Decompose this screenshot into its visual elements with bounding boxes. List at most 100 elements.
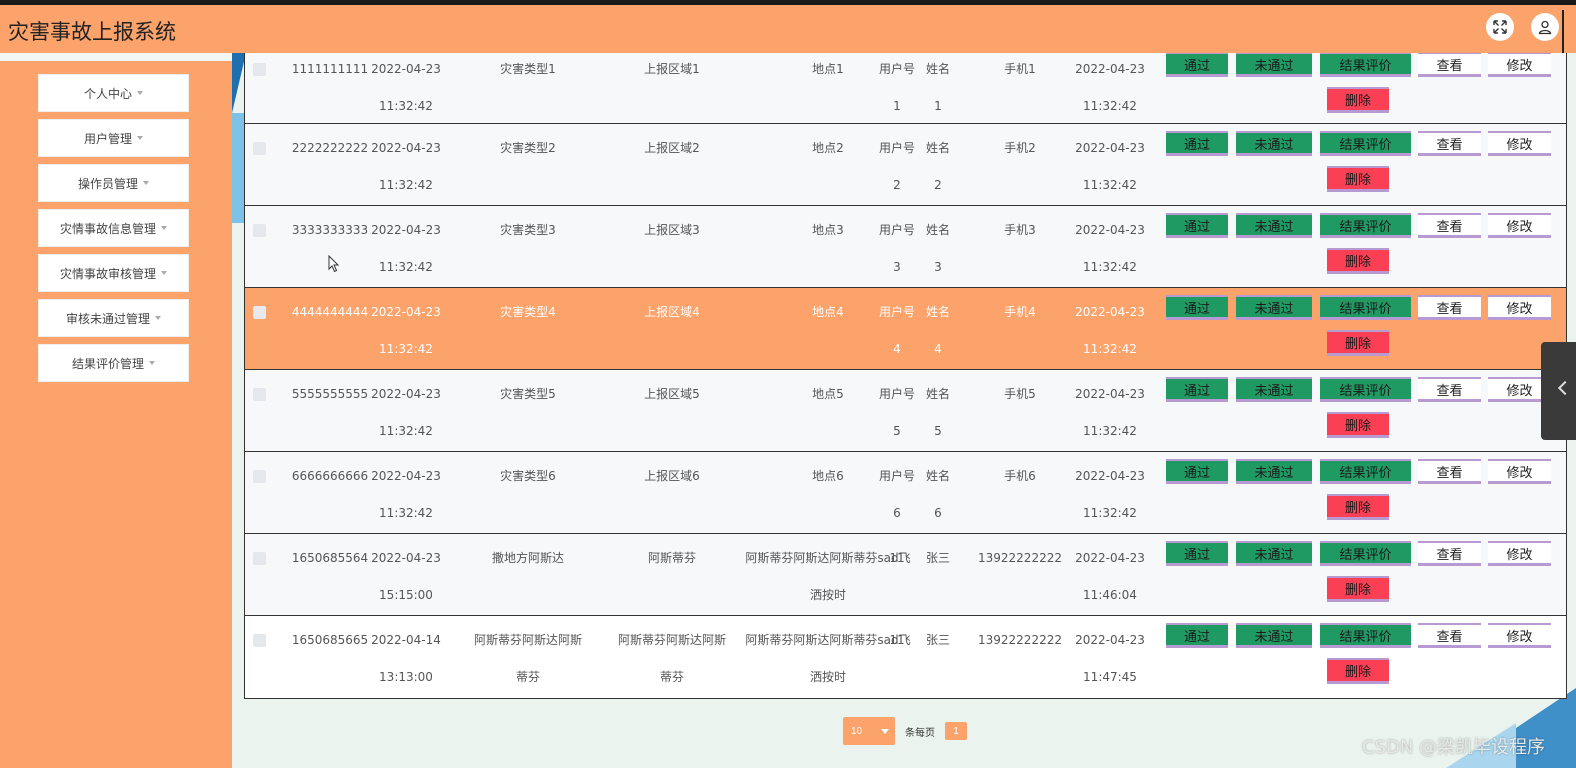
page-size-select[interactable]: 10 <box>843 717 895 745</box>
table-row[interactable]: 2222222222 2022-04-23 11:32:42 灾害类型2 上报区域2 地点… <box>245 124 1566 206</box>
disaster-table: 1111111111 2022-04-23 11:32:42 灾害类型1 上报区域1 地点… <box>244 53 1567 699</box>
cell-id: 5555555555 <box>291 387 369 401</box>
evaluate-button[interactable]: 结果评价 <box>1320 541 1411 566</box>
table-row[interactable]: 3333333333 2022-04-23 11:32:42 灾害类型3 上报区域3 地点… <box>245 206 1566 288</box>
sidebar-item-personal-center[interactable]: 个人中心 <box>38 74 189 112</box>
row-checkbox[interactable] <box>253 388 266 401</box>
cell-area: 上报区域5 <box>644 387 700 401</box>
evaluate-button[interactable]: 结果评价 <box>1320 131 1411 156</box>
pass-button[interactable]: 通过 <box>1166 541 1228 566</box>
table-row[interactable]: 5555555555 2022-04-23 11:32:42 灾害类型5 上报区域5 地点… <box>245 370 1566 452</box>
edit-button[interactable]: 修改 <box>1488 295 1551 320</box>
delete-button[interactable]: 删除 <box>1327 412 1389 438</box>
evaluate-button[interactable]: 结果评价 <box>1320 459 1411 484</box>
sidebar-item-disaster-info[interactable]: 灾情事故信息管理 <box>38 209 189 247</box>
delete-button[interactable]: 删除 <box>1327 576 1389 602</box>
cell-id: 6666666666 <box>291 469 369 483</box>
row-checkbox[interactable] <box>253 306 266 319</box>
row-checkbox[interactable] <box>253 142 266 155</box>
pass-button[interactable]: 通过 <box>1166 213 1228 238</box>
delete-button[interactable]: 删除 <box>1327 658 1389 684</box>
decorative-shape <box>232 113 244 223</box>
table-row[interactable]: 6666666666 2022-04-23 11:32:42 灾害类型6 上报区域6 地点… <box>245 452 1566 534</box>
chevron-left-icon <box>1557 380 1573 396</box>
row-checkbox[interactable] <box>253 634 266 647</box>
fail-button[interactable]: 未通过 <box>1236 213 1312 238</box>
row-checkbox[interactable] <box>253 224 266 237</box>
sidebar-item-disaster-review[interactable]: 灾情事故审核管理 <box>38 254 189 292</box>
cell-report-date: 2022-04-23 <box>1075 551 1145 565</box>
fail-button[interactable]: 未通过 <box>1236 377 1312 402</box>
table-row[interactable]: 1650685564 2022-04-23 15:15:00 撒地方阿斯达 阿斯蒂芬 阿斯… <box>245 534 1566 616</box>
row-checkbox[interactable] <box>253 470 266 483</box>
pass-button[interactable]: 通过 <box>1166 459 1228 484</box>
user-profile-button[interactable] <box>1531 13 1559 41</box>
cell-area: 上报区域2 <box>644 141 700 155</box>
delete-button[interactable]: 删除 <box>1327 494 1389 520</box>
edit-button[interactable]: 修改 <box>1488 213 1551 238</box>
edit-button[interactable]: 修改 <box>1488 623 1551 648</box>
evaluate-button[interactable]: 结果评价 <box>1320 213 1411 238</box>
view-button[interactable]: 查看 <box>1418 541 1481 566</box>
edit-button[interactable]: 修改 <box>1488 541 1551 566</box>
view-button[interactable]: 查看 <box>1418 213 1481 238</box>
cell-report-time: 11:47:45 <box>1083 670 1137 684</box>
pass-button[interactable]: 通过 <box>1166 623 1228 648</box>
table-row[interactable]: 1111111111 2022-04-23 11:32:42 灾害类型1 上报区域1 地点… <box>245 53 1566 124</box>
evaluate-button[interactable]: 结果评价 <box>1320 295 1411 320</box>
delete-button[interactable]: 删除 <box>1327 248 1389 274</box>
row-checkbox[interactable] <box>253 63 266 76</box>
pass-button[interactable]: 通过 <box>1166 131 1228 156</box>
sidebar-item-label: 灾情事故审核管理 <box>59 266 156 281</box>
cell-type: 灾害类型1 <box>500 62 556 76</box>
row-checkbox[interactable] <box>253 552 266 565</box>
sidebar-item-operator-management[interactable]: 操作员管理 <box>38 164 189 202</box>
delete-button[interactable]: 删除 <box>1327 87 1389 113</box>
edit-button[interactable]: 修改 <box>1488 459 1551 484</box>
evaluate-button[interactable]: 结果评价 <box>1320 377 1411 402</box>
fullscreen-button[interactable] <box>1486 13 1514 41</box>
pass-button[interactable]: 通过 <box>1166 377 1228 402</box>
fail-button[interactable]: 未通过 <box>1236 295 1312 320</box>
edit-button[interactable]: 修改 <box>1488 53 1551 77</box>
cell-name-cont: 1 <box>934 99 942 113</box>
cell-report-date: 2022-04-23 <box>1075 633 1145 647</box>
evaluate-button[interactable]: 结果评价 <box>1320 53 1411 77</box>
fail-button[interactable]: 未通过 <box>1236 53 1312 77</box>
view-button[interactable]: 查看 <box>1418 295 1481 320</box>
table-row[interactable]: 4444444444 2022-04-23 11:32:42 灾害类型4 上报区域4 地点… <box>245 288 1566 370</box>
view-button[interactable]: 查看 <box>1418 623 1481 648</box>
view-button[interactable]: 查看 <box>1418 53 1481 77</box>
page-number-button[interactable]: 1 <box>945 722 967 740</box>
fail-button[interactable]: 未通过 <box>1236 623 1312 648</box>
fail-button[interactable]: 未通过 <box>1236 459 1312 484</box>
table-row[interactable]: 1650685665 2022-04-14 13:13:00 阿斯蒂芬阿斯达阿斯 蒂芬 阿… <box>245 616 1566 698</box>
fail-button[interactable]: 未通过 <box>1236 131 1312 156</box>
side-panel-toggle[interactable] <box>1541 342 1576 440</box>
evaluate-button[interactable]: 结果评价 <box>1320 623 1411 648</box>
view-button[interactable]: 查看 <box>1418 459 1481 484</box>
sidebar-item-result-evaluation[interactable]: 结果评价管理 <box>38 344 189 382</box>
sidebar-item-label: 结果评价管理 <box>71 356 144 371</box>
pass-button[interactable]: 通过 <box>1166 295 1228 320</box>
cell-report-time: 11:46:04 <box>1083 588 1137 602</box>
caret-down-icon <box>149 361 155 365</box>
expand-icon <box>1493 20 1507 34</box>
sidebar-item-label: 审核未通过管理 <box>65 311 150 326</box>
cell-time: 11:32:42 <box>379 178 433 192</box>
fail-button[interactable]: 未通过 <box>1236 541 1312 566</box>
cell-id: 4444444444 <box>291 305 369 319</box>
caret-down-icon <box>137 136 143 140</box>
view-button[interactable]: 查看 <box>1418 377 1481 402</box>
delete-button[interactable]: 删除 <box>1327 330 1389 356</box>
sidebar-item-review-failed[interactable]: 审核未通过管理 <box>38 299 189 337</box>
edit-button[interactable]: 修改 <box>1488 131 1551 156</box>
caret-down-icon <box>161 226 167 230</box>
cell-type: 灾害类型5 <box>500 387 556 401</box>
view-button[interactable]: 查看 <box>1418 131 1481 156</box>
cell-date: 2022-04-23 <box>371 223 441 237</box>
delete-button[interactable]: 删除 <box>1327 166 1389 192</box>
pass-button[interactable]: 通过 <box>1166 53 1228 77</box>
sidebar-item-user-management[interactable]: 用户管理 <box>38 119 189 157</box>
cell-name-cont: 2 <box>934 178 942 192</box>
